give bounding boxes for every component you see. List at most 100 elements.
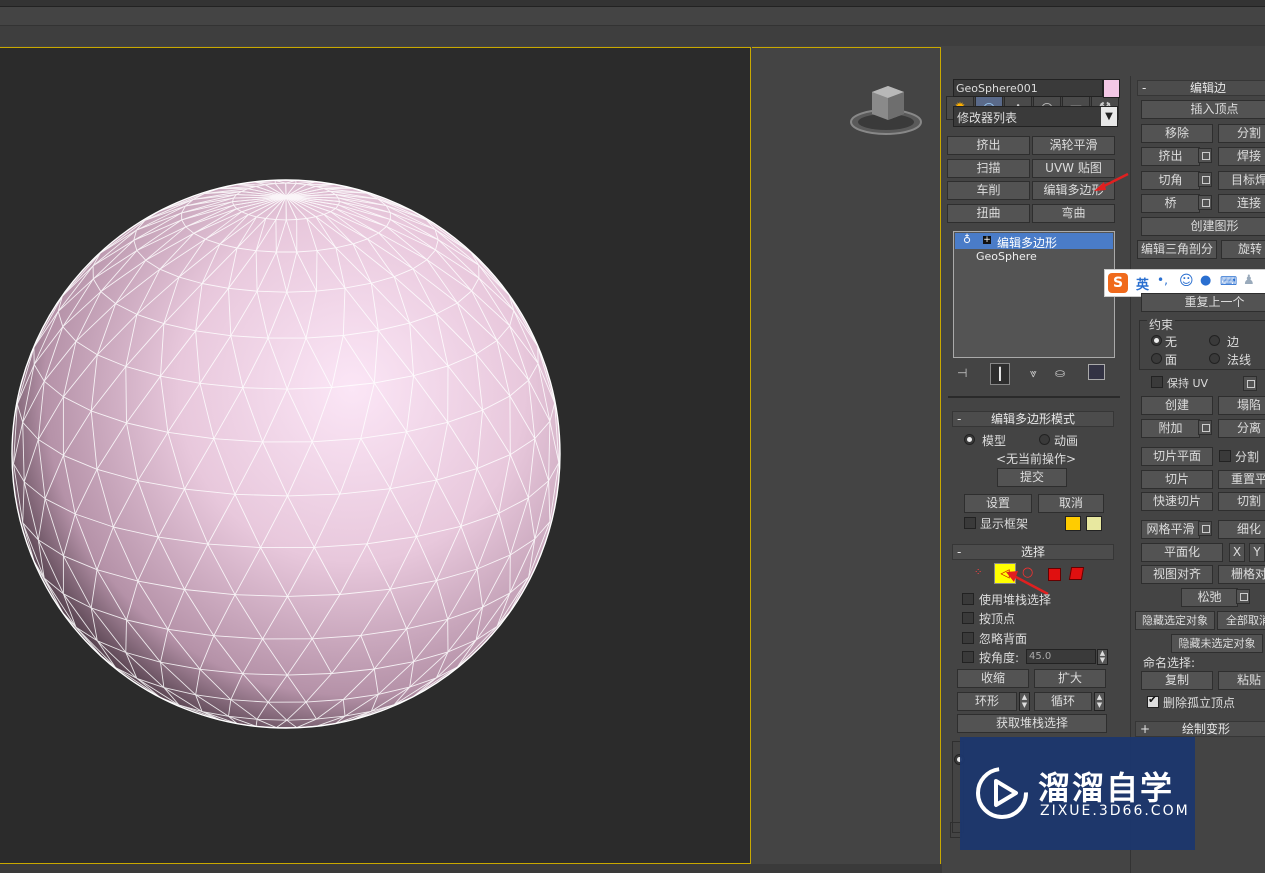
slice-plane-button[interactable]: 切片平面 [1141, 447, 1213, 466]
sogou-logo-icon[interactable]: S [1108, 273, 1128, 293]
element-subobject-icon[interactable] [1068, 567, 1085, 580]
paste-button[interactable]: 粘贴 [1218, 671, 1265, 690]
extrude-edge-button[interactable]: 挤出 [1141, 147, 1200, 166]
angle-spinner-arrows-icon[interactable]: ▲ ▼ [1097, 649, 1108, 665]
ime-language-label[interactable]: 英 [1136, 274, 1149, 293]
make-planar-button[interactable]: 平面化 [1141, 543, 1223, 562]
remove-button[interactable]: 移除 [1141, 124, 1213, 143]
grid-align-button[interactable]: 栅格对 [1218, 565, 1265, 584]
viewcube-icon[interactable] [848, 78, 928, 148]
mod-extrude-button[interactable]: 挤出 [947, 136, 1030, 155]
selection-rollout-header[interactable]: - 选择 [952, 544, 1114, 560]
attach-button[interactable]: 附加 [1141, 419, 1200, 438]
chamfer-button[interactable]: 切角 [1141, 171, 1200, 190]
tessellate-button[interactable]: 细化 [1218, 520, 1265, 539]
emoji-icon[interactable]: ☺ [1179, 273, 1194, 289]
animate-radio[interactable] [1039, 434, 1050, 445]
show-cage-checkbox[interactable] [964, 517, 976, 529]
use-stack-selection-checkbox[interactable] [962, 593, 974, 605]
cancel-button[interactable]: 取消 [1038, 494, 1104, 513]
loop-button[interactable]: 循环 [1034, 692, 1092, 711]
modifier-stack-list[interactable]: ♁ + 编辑多边形 GeoSphere [953, 231, 1115, 358]
preserve-uv-settings-icon[interactable] [1243, 376, 1257, 391]
cage-color-1-swatch[interactable] [1065, 516, 1081, 531]
shrink-button[interactable]: 收缩 [957, 669, 1029, 688]
cut-button[interactable]: 切割 [1218, 492, 1265, 511]
mod-lathe-button[interactable]: 车削 [947, 181, 1030, 200]
target-weld-button[interactable]: 目标焊 [1218, 171, 1265, 190]
mod-sweep-button[interactable]: 扫描 [947, 159, 1030, 178]
make-unique-icon[interactable]: ⩔ [1030, 366, 1037, 381]
vertex-subobject-icon[interactable]: ⁘ [974, 566, 988, 580]
connect-button[interactable]: 连接 [1218, 194, 1265, 213]
reset-plane-button[interactable]: 重置平 [1218, 470, 1265, 489]
insert-vertex-button[interactable]: 插入顶点 [1141, 100, 1265, 119]
edit-edges-rollout-header[interactable]: - 编辑边 [1137, 80, 1265, 96]
ignore-backfacing-checkbox[interactable] [962, 632, 974, 644]
copy-button[interactable]: 复制 [1141, 671, 1213, 690]
quick-slice-button[interactable]: 快速切片 [1141, 492, 1213, 511]
ring-spinner-icon[interactable]: ▲ ▼ [1019, 692, 1030, 711]
model-radio[interactable] [964, 434, 975, 445]
split-checkbox[interactable] [1219, 450, 1231, 462]
configure-sets-icon[interactable] [1088, 364, 1105, 380]
hide-selected-button[interactable]: 隐藏选定对象 [1135, 611, 1215, 630]
planar-x-button[interactable]: X [1229, 543, 1245, 562]
show-end-result-icon[interactable]: ┃ [990, 363, 1010, 385]
expand-plus-icon[interactable]: + [983, 236, 991, 245]
constraint-face-radio[interactable] [1151, 353, 1162, 364]
mod-bend-button[interactable]: 弯曲 [1032, 204, 1115, 223]
view-align-button[interactable]: 视图对齐 [1141, 565, 1213, 584]
stack-item-geosphere[interactable]: GeoSphere [976, 250, 1037, 263]
extrude-settings-icon[interactable] [1198, 148, 1212, 163]
slice-button[interactable]: 切片 [1141, 470, 1213, 489]
detach-button[interactable]: 分离 [1218, 419, 1265, 438]
modifier-list-dropdown[interactable]: 修改器列表 ▼ [953, 106, 1118, 127]
unhide-all-button[interactable]: 全部取消 [1217, 611, 1265, 630]
bridge-button[interactable]: 桥 [1141, 194, 1200, 213]
cage-color-2-swatch[interactable] [1086, 516, 1102, 531]
meshsmooth-settings-icon[interactable] [1198, 521, 1212, 536]
split-edge-button[interactable]: 分割 [1218, 124, 1265, 143]
perspective-viewport[interactable] [0, 47, 751, 864]
ime-punct-label[interactable]: •, [1157, 273, 1168, 287]
relax-settings-icon[interactable] [1236, 589, 1250, 604]
constraint-edge-radio[interactable] [1209, 335, 1220, 346]
geosphere-render[interactable] [0, 48, 750, 863]
repeat-last-button[interactable]: 重复上一个 [1141, 293, 1265, 312]
attach-settings-icon[interactable] [1198, 420, 1212, 435]
user-icon[interactable]: ♟ [1243, 273, 1255, 288]
constraint-normal-radio[interactable] [1209, 353, 1220, 364]
preserve-uv-checkbox[interactable] [1151, 376, 1163, 388]
settings-button[interactable]: 设置 [964, 494, 1032, 513]
constraint-none-radio[interactable] [1151, 335, 1162, 346]
chamfer-settings-icon[interactable] [1198, 172, 1212, 187]
object-color-swatch[interactable] [1103, 79, 1120, 98]
meshsmooth-button[interactable]: 网格平滑 [1141, 520, 1200, 539]
mod-twist-button[interactable]: 扭曲 [947, 204, 1030, 223]
pin-stack-icon[interactable]: ⊣ [957, 366, 967, 380]
edit-poly-mode-rollout-header[interactable]: - 编辑多边形模式 [952, 411, 1114, 427]
loop-spinner-icon[interactable]: ▲ ▼ [1094, 692, 1105, 711]
create-button[interactable]: 创建 [1141, 396, 1213, 415]
get-stack-selection-button[interactable]: 获取堆栈选择 [957, 714, 1107, 733]
edit-triangulation-button[interactable]: 编辑三角剖分 [1137, 240, 1217, 259]
microphone-icon[interactable]: ● [1200, 273, 1211, 288]
weld-button[interactable]: 焊接 [1218, 147, 1265, 166]
angle-spinner-field[interactable] [1026, 649, 1096, 664]
by-vertex-checkbox[interactable] [962, 612, 974, 624]
keyboard-icon[interactable]: ⌨ [1220, 274, 1237, 288]
relax-button[interactable]: 松弛 [1181, 588, 1238, 607]
object-name-field[interactable] [953, 79, 1103, 97]
grow-button[interactable]: 扩大 [1034, 669, 1106, 688]
bridge-settings-icon[interactable] [1198, 195, 1212, 210]
hide-unselected-button[interactable]: 隐藏未选定对象 [1171, 634, 1263, 653]
mod-turbosmooth-button[interactable]: 涡轮平滑 [1032, 136, 1115, 155]
ring-button[interactable]: 环形 [957, 692, 1017, 711]
remove-modifier-icon[interactable]: ⛀ [1055, 366, 1065, 380]
by-angle-checkbox[interactable] [962, 651, 974, 663]
collapse-button[interactable]: 塌陷 [1218, 396, 1265, 415]
create-shape-button[interactable]: 创建图形 [1141, 217, 1265, 236]
commit-button[interactable]: 提交 [997, 468, 1067, 487]
paint-deform-rollout-header[interactable]: + 绘制变形 [1135, 721, 1265, 737]
